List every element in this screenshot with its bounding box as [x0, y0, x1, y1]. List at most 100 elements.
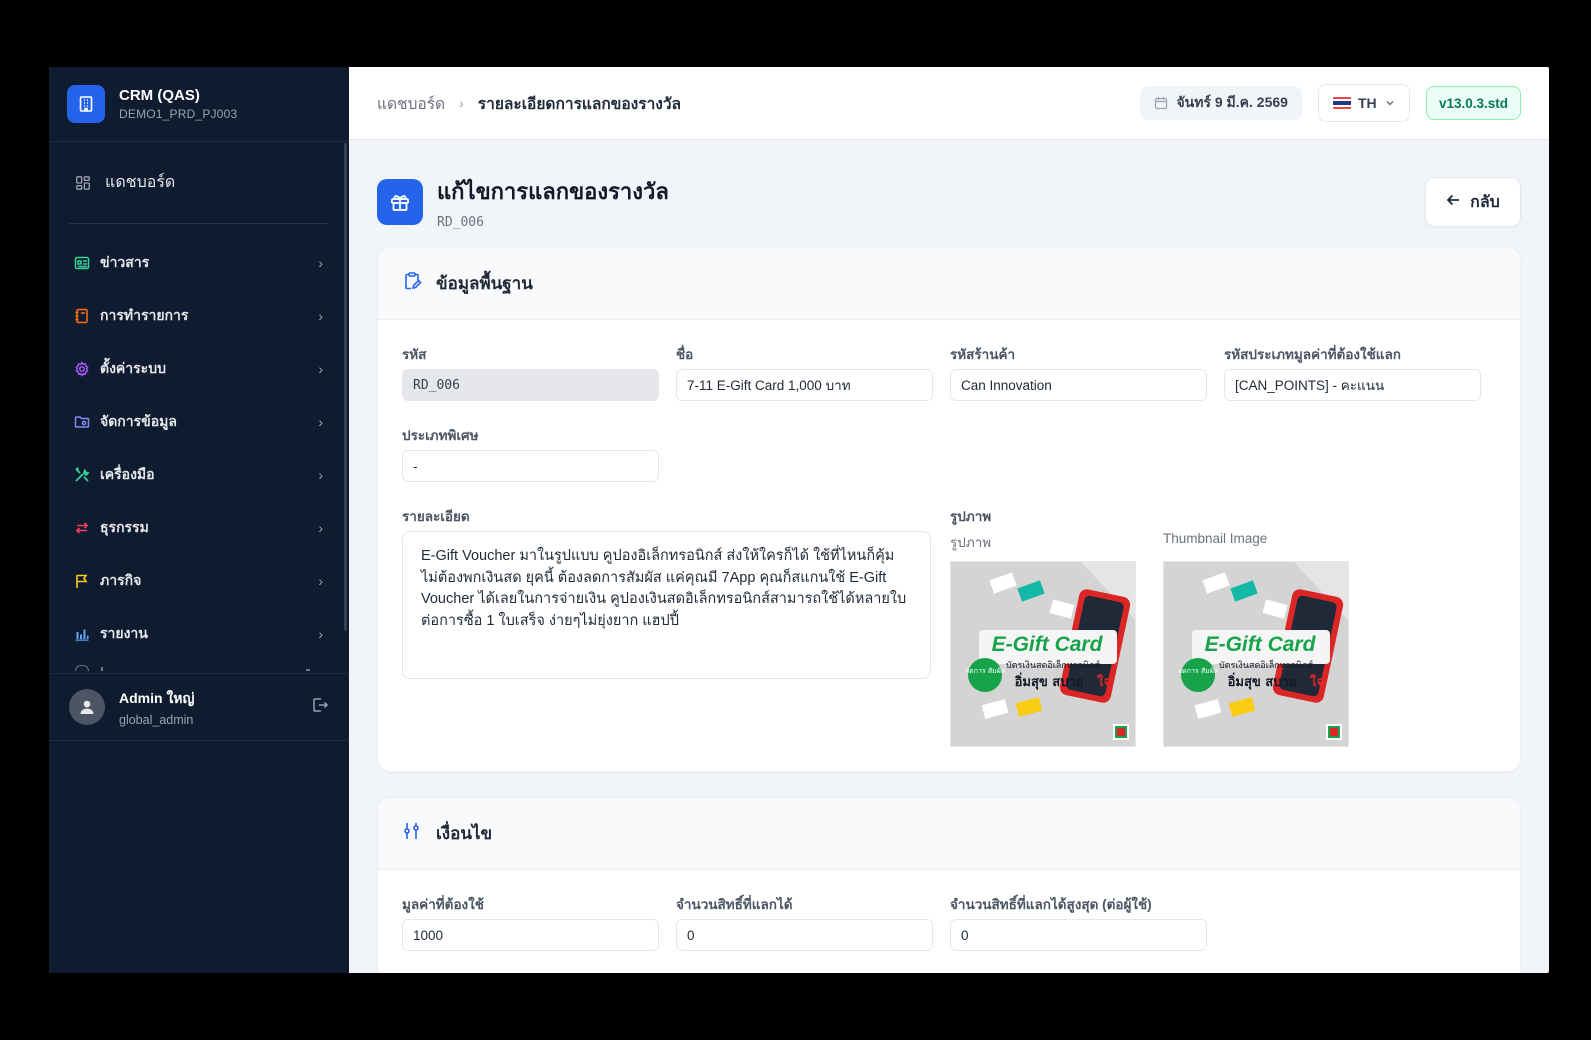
sidebar-item-label: ข่าวสาร: [100, 253, 150, 270]
svg-text:ใจ: ใจ: [1097, 673, 1111, 690]
conditions-title: เงื่อนไข: [436, 824, 493, 843]
chevron-right-icon: ›: [318, 413, 323, 430]
avatar[interactable]: [69, 689, 105, 725]
chevron-right-icon: ›: [318, 360, 323, 377]
quota-label: จำนวนสิทธิ์ที่แลกได้: [676, 897, 793, 912]
app-title: CRM (QAS): [119, 87, 200, 104]
svg-text:อิ่มสุข สบาย: อิ่มสุข สบาย: [1227, 672, 1296, 690]
basic-info-header: ข้อมูลพื้นฐาน: [378, 248, 1520, 320]
svg-text:E-Gift Card: E-Gift Card: [992, 633, 1104, 656]
shop-code-label: รหัสร้านค้า: [950, 347, 1016, 362]
sidebar-item-data-management[interactable]: จัดการข้อมูล ›: [49, 395, 349, 448]
gear-icon: [74, 360, 90, 377]
clipboard-edit-icon: [402, 271, 422, 296]
breadcrumb-current: รายละเอียดการแลกของรางวัล: [477, 95, 682, 113]
breadcrumb-home[interactable]: แดชบอร์ด: [377, 91, 445, 116]
detail-label: รายละเอียด: [402, 509, 470, 524]
calendar-icon: [1155, 97, 1168, 110]
sidebar: CRM (QAS) DEMO1_PRD_PJ003 แดชบอร์ด ข่าวส…: [49, 67, 349, 973]
name-input[interactable]: 7-11 E-Gift Card 1,000 บาท: [676, 369, 933, 401]
basic-info-card: ข้อมูลพื้นฐาน รหัส RD_006 ชื่อ 7-11 E-Gi…: [377, 247, 1521, 772]
clipped-menu-icon: [75, 665, 89, 671]
page-header: แก้ไขการแลกของรางวัล RD_006 กลับ: [377, 172, 1521, 232]
current-date: จันทร์ 9 มี.ค. 2569: [1176, 94, 1288, 110]
sidebar-item-label: ตั้งค่าระบบ: [100, 359, 166, 376]
main-image[interactable]: E-Gift Card ลดการ สัมผัส บัตรเงินสดอิเล็…: [950, 561, 1136, 747]
sidebar-item-label: ธุรกรรม: [100, 518, 149, 535]
sidebar-item-transactions[interactable]: ธุรกรรม ›: [49, 501, 349, 554]
conditions-header: เงื่อนไข: [378, 798, 1520, 870]
user-role: global_admin: [119, 712, 194, 727]
sidebar-item-label: ภารกิจ: [100, 571, 142, 588]
max-per-user-input[interactable]: 0: [950, 919, 1207, 951]
sidebar-item-reports[interactable]: รายงาน ›: [49, 607, 349, 660]
arrow-left-icon: [1446, 193, 1460, 212]
egift-card-thumbnail: E-Gift Card ลดการ สัมผัส บัตรเงินสดอิเล็…: [1164, 562, 1348, 746]
main-image-block: รูปภาพ E-Gift Card ลดการ สัมผัส บัตรเงิน…: [950, 531, 1136, 747]
name-field: ชื่อ 7-11 E-Gift Card 1,000 บาท: [676, 343, 933, 401]
quota-field: จำนวนสิทธิ์ที่แลกได้ 0: [676, 893, 933, 951]
clipped-chevron: [306, 669, 310, 671]
svg-text:อิ่มสุข สบาย: อิ่มสุข สบาย: [1014, 672, 1083, 690]
app-window: CRM (QAS) DEMO1_PRD_PJ003 แดชบอร์ด ข่าวส…: [49, 67, 1549, 973]
required-value-input[interactable]: 1000: [402, 919, 659, 951]
chevron-right-icon: ›: [318, 307, 323, 324]
chevron-right-icon: ›: [318, 254, 323, 271]
page-code: RD_006: [437, 215, 484, 230]
main-content: แดชบอร์ด › รายละเอียดการแลกของรางวัล จัน…: [349, 67, 1549, 973]
thumbnail-image[interactable]: E-Gift Card ลดการ สัมผัส บัตรเงินสดอิเล็…: [1163, 561, 1349, 747]
quota-input[interactable]: 0: [676, 919, 933, 951]
basic-info-title: ข้อมูลพื้นฐาน: [436, 274, 533, 293]
detail-textarea[interactable]: E-Gift Voucher มาในรูปแบบ คูปองอิเล็กทรอ…: [402, 531, 931, 679]
sidebar-item-news[interactable]: ข่าวสาร ›: [49, 236, 349, 289]
sidebar-item-label: รายงาน: [100, 624, 148, 641]
required-value-label: มูลค่าที่ต้องใช้: [402, 897, 484, 912]
language-select[interactable]: TH: [1317, 84, 1410, 122]
sidebar-item-label: แดชบอร์ด: [105, 174, 176, 191]
shop-code-input[interactable]: Can Innovation: [950, 369, 1207, 401]
version-badge: v13.0.3.std: [1425, 86, 1521, 120]
chevron-right-icon: ›: [318, 466, 323, 483]
back-button[interactable]: กลับ: [1425, 177, 1521, 227]
chevron-down-icon: [1386, 101, 1394, 106]
user-name: Admin ใหญ่: [119, 689, 195, 706]
sidebar-item-transactions-list[interactable]: การทำรายการ ›: [49, 289, 349, 342]
chevron-right-icon: ›: [318, 572, 323, 589]
code-input[interactable]: RD_006: [402, 369, 659, 401]
sidebar-menu: ข่าวสาร › การทำรายการ › ตั้งค่าระบบ › จั…: [49, 224, 349, 660]
sidebar-item-tools[interactable]: เครื่องมือ ›: [49, 448, 349, 501]
notebook-icon: [74, 308, 90, 324]
sidebar-item-missions[interactable]: ภารกิจ ›: [49, 554, 349, 607]
conditions-card: เงื่อนไข มูลค่าที่ต้องใช้ 1000 จำนวนสิทธ…: [377, 797, 1521, 973]
breadcrumb-separator-icon: ›: [459, 95, 464, 111]
images-label: รูปภาพ: [950, 509, 992, 524]
detail-field: รายละเอียด E-Gift Voucher มาในรูปแบบ คูป…: [402, 505, 931, 679]
newspaper-icon: [74, 255, 90, 271]
brand[interactable]: CRM (QAS) DEMO1_PRD_PJ003: [49, 67, 349, 142]
date-badge: จันทร์ 9 มี.ค. 2569: [1140, 86, 1302, 120]
egift-card-image: E-Gift Card ลดการ สัมผัส บัตรเงินสดอิเล็…: [951, 562, 1135, 746]
back-button-label: กลับ: [1470, 193, 1500, 211]
special-type-input[interactable]: -: [402, 450, 659, 482]
special-type-label: ประเภทพิเศษ: [402, 428, 479, 443]
sidebar-item-dashboard[interactable]: แดชบอร์ด: [69, 142, 329, 224]
page-title: แก้ไขการแลกของรางวัล: [437, 179, 669, 204]
language-code: TH: [1357, 95, 1377, 111]
value-type-input[interactable]: [CAN_POINTS] - คะแนน: [1224, 369, 1481, 401]
chevron-right-icon: ›: [318, 519, 323, 536]
flag-icon: [74, 573, 90, 589]
sidebar-item-settings[interactable]: ตั้งค่าระบบ ›: [49, 342, 349, 395]
value-type-field: รหัสประเภทมูลค่าที่ต้องใช้แลก [CAN_POINT…: [1224, 343, 1481, 401]
folder-icon: [74, 414, 90, 430]
required-value-field: มูลค่าที่ต้องใช้ 1000: [402, 893, 659, 951]
bar-chart-icon: [74, 626, 90, 642]
sidebar-item-label: การทำรายการ: [100, 306, 189, 323]
shop-code-field: รหัสร้านค้า Can Innovation: [950, 343, 1207, 401]
sliders-icon: [402, 821, 422, 846]
topbar: แดชบอร์ด › รายละเอียดการแลกของรางวัล จัน…: [349, 67, 1549, 140]
sidebar-scrollbar[interactable]: [344, 143, 347, 631]
building-icon: [67, 85, 105, 123]
logout-icon[interactable]: [311, 696, 329, 719]
sidebar-item-label: จัดการข้อมูล: [100, 412, 177, 429]
code-field: รหัส RD_006: [402, 343, 659, 401]
